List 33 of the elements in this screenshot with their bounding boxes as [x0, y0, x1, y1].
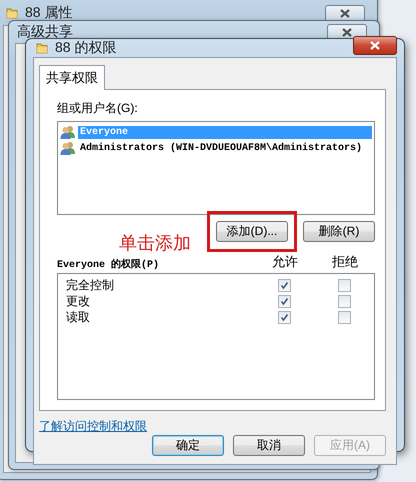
add-button[interactable]: 添加(D)...	[216, 220, 288, 242]
checkbox[interactable]	[278, 279, 290, 292]
users-icon	[60, 141, 76, 155]
list-item[interactable]: Administrators (WIN-DVDUEOUAF8M\Administrators)	[78, 142, 364, 154]
dialog-button[interactable]: 取消	[233, 435, 305, 456]
checkbox[interactable]	[338, 311, 350, 324]
group-label: 组或用户名(G):	[57, 100, 139, 117]
window-title: 高级共享	[17, 23, 74, 41]
permission-name: 读取	[66, 309, 91, 326]
permission-name: 更改	[66, 293, 91, 310]
close-button[interactable]	[353, 36, 397, 54]
window-title: 88 的权限	[55, 39, 118, 57]
folder-icon	[5, 6, 19, 20]
column-header: 允许	[271, 253, 299, 271]
dialog-button[interactable]: 确定	[152, 435, 224, 456]
checkbox[interactable]	[278, 295, 290, 308]
checkbox[interactable]	[278, 311, 290, 324]
window-title: 88 属性	[25, 4, 74, 22]
tab[interactable]: 共享权限	[39, 65, 105, 90]
close-icon	[340, 8, 350, 18]
users-icon	[60, 125, 76, 139]
folder-icon	[35, 41, 49, 55]
annotation-text: 单击添加	[119, 232, 191, 255]
permission-name: 完全控制	[66, 277, 115, 294]
checkbox[interactable]	[338, 295, 350, 308]
close-icon	[370, 40, 380, 50]
help-link[interactable]: 了解访问控制和权限	[39, 418, 147, 435]
column-header: 拒绝	[331, 253, 359, 271]
close-icon	[342, 28, 352, 36]
close-button[interactable]	[325, 4, 365, 22]
remove-button[interactable]: 删除(R)	[303, 220, 375, 242]
checkbox[interactable]	[338, 279, 350, 292]
permissions-label: Everyone 的权限(P)	[57, 258, 160, 271]
